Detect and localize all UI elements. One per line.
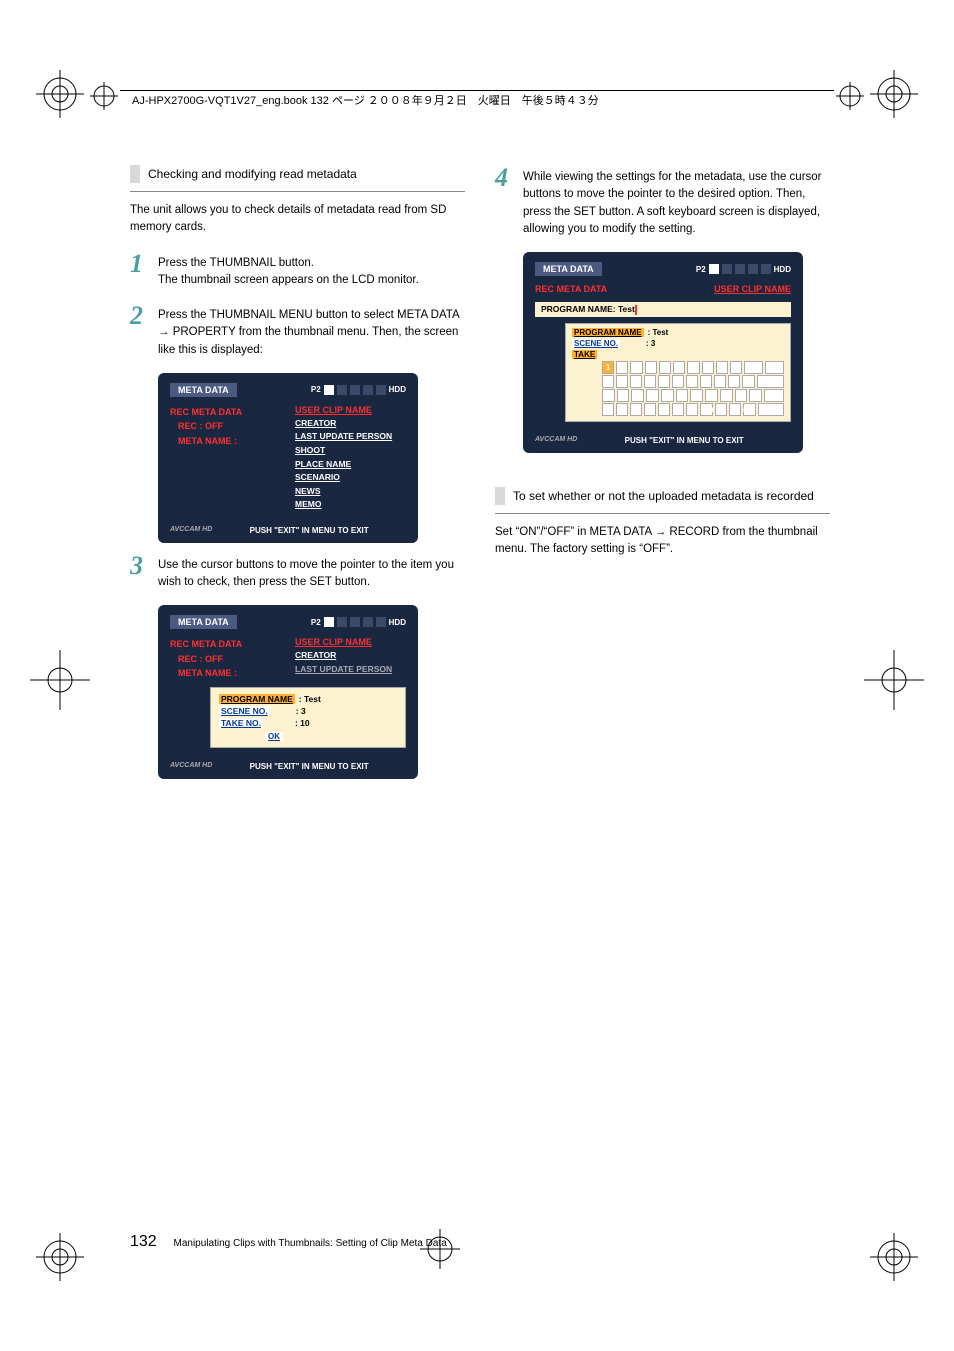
step-number-4: 4 <box>495 165 523 238</box>
user-clip-name: USER CLIP NAME <box>295 637 406 647</box>
slot-indicators: P2 HDD <box>311 385 406 395</box>
section-bar-icon <box>130 165 140 183</box>
rec-off: REC : OFF <box>178 419 281 433</box>
meta-data-screen-2: META DATA P2 HDD REC META DATA REC : OFF… <box>158 605 418 778</box>
panel-logo: AVCCAM HD <box>170 526 212 533</box>
scene-no-field: SCENE NO. <box>219 706 270 716</box>
text-cursor <box>635 305 637 315</box>
user-clip-name: USER CLIP NAME <box>714 284 791 294</box>
section-2-body: Set “ON”/“OFF” in META DATA → RECORD fro… <box>495 524 830 559</box>
creator: CREATOR <box>295 417 406 431</box>
meta-name: META NAME : <box>178 666 281 680</box>
panel-footer: PUSH "EXIT" IN MENU TO EXIT <box>250 526 369 535</box>
property-popup: PROGRAM NAME : Test SCENE NO. : 3 TAKE N… <box>210 687 406 748</box>
slot-indicators: P2 HDD <box>696 264 791 274</box>
footer-text: Manipulating Clips with Thumbnails: Sett… <box>173 1238 446 1249</box>
step-number-2: 2 <box>130 303 158 359</box>
step-3-text: Use the cursor buttons to move the point… <box>158 553 465 592</box>
news: NEWS <box>295 485 406 499</box>
meta-name: META NAME : <box>178 434 281 448</box>
ok-button: OK <box>265 732 283 741</box>
section-underline <box>495 513 830 514</box>
step-1-text: Press the THUMBNAIL button. The thumbnai… <box>158 251 419 290</box>
rec-off: REC : OFF <box>178 652 281 666</box>
intro-text: The unit allows you to check details of … <box>130 202 465 237</box>
slot-indicators: P2 HDD <box>311 617 406 627</box>
shoot: SHOOT <box>295 444 406 458</box>
header-text: AJ-HPX2700G-VQT1V27_eng.book 132 ページ ２００… <box>132 92 599 108</box>
section-title: Checking and modifying read metadata <box>148 167 357 181</box>
rec-meta-data: REC META DATA <box>170 405 281 419</box>
reg-mark-mid-left <box>30 650 90 710</box>
meta-data-screen-keyboard: META DATA P2 HDD REC META DATA USER CLIP… <box>523 252 803 453</box>
cross-top-left <box>90 82 118 110</box>
take-no-field: TAKE NO. <box>219 718 263 728</box>
panel-logo: AVCCAM HD <box>170 762 212 769</box>
panel-footer: PUSH "EXIT" IN MENU TO EXIT <box>250 762 369 771</box>
section-bar-icon <box>495 487 505 505</box>
take-field: TAKE <box>572 350 597 359</box>
step-number-1: 1 <box>130 251 158 290</box>
place-name: PLACE NAME <box>295 458 406 472</box>
left-column: Checking and modifying read metadata The… <box>130 165 465 789</box>
section-underline <box>130 191 465 192</box>
user-clip-name: USER CLIP NAME <box>295 405 406 415</box>
detail-popup: PROGRAM NAME : Test SCENE NO. : 3 TAKE 1… <box>565 323 791 422</box>
rec-meta-data: REC META DATA <box>535 284 607 296</box>
program-name-input: PROGRAM NAME: Test <box>535 302 791 317</box>
reg-mark-top-right <box>870 70 918 118</box>
meta-data-screen-1: META DATA P2 HDD REC META DATA REC : OFF… <box>158 373 418 543</box>
step-4-text: While viewing the settings for the metad… <box>523 165 830 238</box>
rec-meta-data: REC META DATA <box>170 637 281 651</box>
last-update-person: LAST UPDATE PERSON <box>295 430 406 444</box>
page-footer: 132 Manipulating Clips with Thumbnails: … <box>130 1233 447 1251</box>
step-2-text: Press the THUMBNAIL MENU button to selec… <box>158 303 465 359</box>
panel-title: META DATA <box>535 262 602 276</box>
last-update-person: LAST UPDATE PERSON <box>295 663 406 677</box>
program-name-field: PROGRAM NAME <box>572 328 644 337</box>
panel-title: META DATA <box>170 383 237 397</box>
page-number: 132 <box>130 1233 157 1250</box>
memo: MEMO <box>295 498 406 512</box>
creator: CREATOR <box>295 649 406 663</box>
soft-keyboard: 1234567890SPBS qwertyuiop-Caps asdfghjkl… <box>602 361 784 416</box>
reg-mark-top-left <box>36 70 84 118</box>
program-name-field: PROGRAM NAME <box>219 694 295 704</box>
step-number-3: 3 <box>130 553 158 592</box>
section-title-2: To set whether or not the uploaded metad… <box>513 489 814 503</box>
cross-top-right <box>836 82 864 110</box>
panel-title: META DATA <box>170 615 237 629</box>
reg-mark-bot-left <box>36 1233 84 1281</box>
panel-logo: AVCCAM HD <box>535 436 577 443</box>
header-rule <box>120 90 834 91</box>
reg-mark-mid-right <box>864 650 924 710</box>
panel-footer: PUSH "EXIT" IN MENU TO EXIT <box>625 436 744 445</box>
scene-no-field: SCENE NO. <box>572 339 620 348</box>
scenario: SCENARIO <box>295 471 406 485</box>
reg-mark-bot-right <box>870 1233 918 1281</box>
right-column: 4 While viewing the settings for the met… <box>495 165 830 789</box>
